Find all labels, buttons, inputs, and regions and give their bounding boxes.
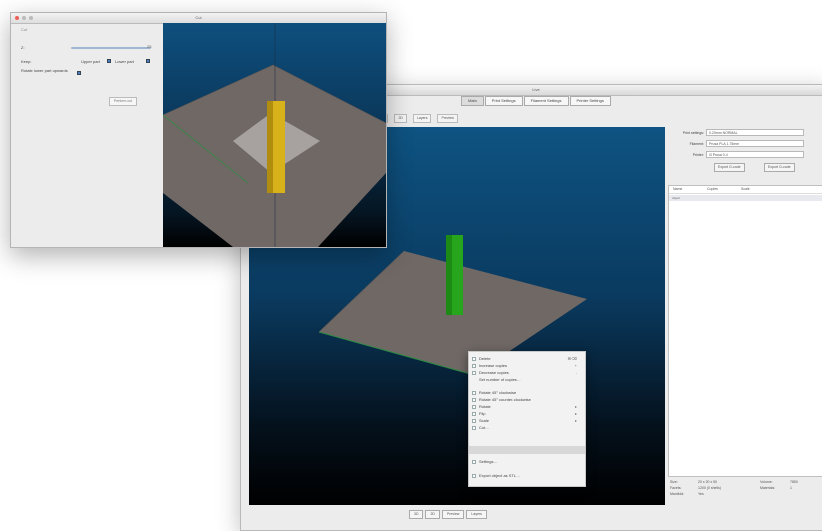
menu-item-rotate-cw[interactable]: Rotate 45° clockwise	[472, 390, 581, 396]
filament-select[interactable]: Prusa PLA 1.75mm	[706, 140, 804, 147]
rotate-checkbox[interactable]	[77, 71, 81, 75]
menu-icon	[472, 474, 476, 478]
menu-item-increase-copies[interactable]: Increase copies +	[472, 363, 581, 369]
menu-item-shortcut: ⌘⌫	[567, 356, 577, 361]
menu-item-label: Rotate 45° clockwise	[479, 390, 517, 395]
cut-options-panel: Cut Z: 25 Keep: Upper part Lower part Ro…	[11, 23, 163, 247]
cut-window-title: Cut	[195, 15, 202, 20]
tab-printer-settings[interactable]: Printer Settings	[569, 96, 611, 106]
menu-icon	[472, 405, 476, 409]
menu-icon	[472, 419, 476, 423]
view-3d-button[interactable]: 3D	[409, 510, 424, 519]
info-line: Manifold: Yes	[668, 491, 822, 497]
menu-item-label: Rotate	[479, 404, 491, 409]
menu-item-delete[interactable]: Delete ⌘⌫	[472, 356, 581, 362]
keep-label: Keep:	[21, 59, 32, 64]
z-slider[interactable]	[71, 47, 151, 49]
view-2d-button[interactable]: 2D	[425, 510, 440, 519]
export-buttons-row: Export G-code Export G-code	[668, 163, 822, 172]
tab-filament-settings[interactable]: Filament Settings	[523, 96, 569, 106]
print-settings-select[interactable]: 0.20mm NORMAL	[706, 129, 804, 136]
rotate-label: Rotate lower part upwards	[21, 68, 68, 73]
menu-item-label: Rotate 45° counter-clockwise	[479, 397, 531, 402]
menu-item-cut[interactable]: Cut…	[472, 425, 581, 431]
column-copies[interactable]: Copies	[703, 186, 737, 193]
menu-item-label: Export object as STL…	[479, 473, 521, 478]
menu-item-label: Decrease copies	[479, 370, 509, 375]
menu-icon	[472, 398, 476, 402]
printer-row: Printer: i3 Prusa 0.4	[668, 151, 822, 159]
menu-item-decrease-copies[interactable]: Decrease copies -	[472, 370, 581, 376]
yellow-object-side	[267, 101, 273, 193]
menu-item-label: Delete	[479, 356, 491, 361]
toolbar-preview-button[interactable]: Preview	[437, 113, 458, 123]
menu-item-export-stl[interactable]: Export object as STL…	[472, 473, 581, 479]
toolbar-layers-button[interactable]: Layers	[412, 113, 432, 123]
z-label: Z:	[21, 45, 25, 50]
main-toolbar: 3D 2D Layers Preview	[376, 113, 458, 123]
submenu-arrow-icon: ▸	[574, 411, 577, 416]
perform-cut-button[interactable]: Perform cut	[109, 97, 138, 106]
toolbar-2d-button[interactable]: 2D	[394, 113, 407, 123]
upper-part-checkbox[interactable]	[107, 59, 111, 63]
menu-item-label: Increase copies	[479, 363, 508, 368]
menu-item-set-copies[interactable]: Set number of copies…	[479, 377, 581, 383]
submenu-arrow-icon: ▸	[574, 404, 577, 409]
cut-heading: Cut	[21, 27, 28, 32]
menu-item-shortcut: -	[575, 370, 577, 375]
menu-item-label: Flip	[479, 411, 486, 416]
column-name[interactable]: Name	[669, 186, 703, 193]
print-settings-row: Print settings: 0.20mm NORMAL	[668, 129, 822, 137]
printer-select[interactable]: i3 Prusa 0.4	[706, 151, 804, 158]
cut-preview-viewport[interactable]	[163, 23, 386, 247]
info-key: Manifold:	[670, 492, 685, 496]
object-list-header: Name Copies Scale	[669, 186, 822, 194]
lower-part-label: Lower part	[115, 59, 134, 64]
tab-print-settings[interactable]: Print Settings	[484, 96, 523, 106]
menu-item-label: Settings…	[479, 459, 498, 464]
printer-label: Printer:	[692, 153, 704, 157]
submenu-arrow-icon: ▸	[574, 418, 577, 423]
menu-icon	[472, 412, 476, 416]
export-gcode-button[interactable]: Export G-code	[714, 163, 745, 172]
context-menu: Delete ⌘⌫ Increase copies + Decrease cop…	[468, 351, 586, 487]
tab-main[interactable]: Main	[461, 96, 484, 106]
lower-part-checkbox[interactable]	[146, 59, 150, 63]
view-controls: 3D 2D Preview Layers	[409, 510, 487, 519]
right-settings-panel: Print settings: 0.20mm NORMAL Filament: …	[668, 127, 822, 527]
menu-icon	[472, 371, 476, 375]
menu-item-label: Cut…	[479, 425, 490, 430]
menu-icon	[472, 426, 476, 430]
cut-scene	[163, 23, 386, 247]
cut-window: Cut Cut Z: 25 Keep: Upper part Lower par…	[10, 12, 387, 248]
menu-icon	[472, 357, 476, 361]
view-preview-button[interactable]: Preview	[441, 510, 465, 519]
info-value: Yes	[698, 492, 704, 496]
z-value[interactable]: 25	[147, 44, 151, 49]
filament-label: Filament:	[689, 142, 704, 146]
print-settings-label: Print settings:	[682, 131, 704, 135]
menu-item-label: Scale	[479, 418, 490, 423]
menu-icon	[472, 391, 476, 395]
menu-item-scale[interactable]: Scale ▸	[472, 418, 581, 424]
menu-icon	[472, 364, 476, 368]
object-list[interactable]: Name Copies Scale object	[668, 185, 822, 477]
table-row[interactable]: object	[669, 195, 822, 201]
view-layers-button[interactable]: Layers	[466, 510, 487, 519]
menu-item-rotate[interactable]: Rotate ▸	[472, 404, 581, 410]
menu-item-label: Set number of copies…	[479, 377, 521, 382]
upper-part-label: Upper part	[81, 59, 100, 64]
filament-row: Filament: Prusa PLA 1.75mm	[668, 140, 822, 148]
object-info: Size: 20 x 20 x 50 Volume: 7850 Facets: …	[668, 479, 822, 497]
menu-icon	[472, 460, 476, 464]
export-gcode-button-2[interactable]: Export G-code	[764, 163, 795, 172]
menu-item-flip[interactable]: Flip ▸	[472, 411, 581, 417]
menu-item-rotate-ccw[interactable]: Rotate 45° counter-clockwise	[472, 397, 581, 403]
menu-hover-highlight	[469, 446, 585, 454]
menu-item-shortcut: +	[574, 363, 577, 368]
column-scale[interactable]: Scale	[737, 186, 771, 193]
menu-item-settings[interactable]: Settings…	[472, 459, 581, 465]
green-object-side	[446, 235, 452, 315]
